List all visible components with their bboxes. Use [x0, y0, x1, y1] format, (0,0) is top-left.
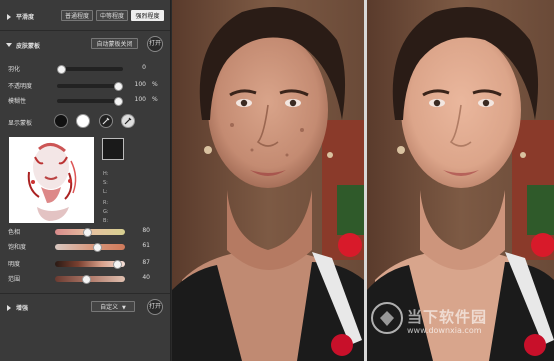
slider-unit: % — [152, 96, 158, 103]
control-panel: 平滑度 普通程度 中等程度 强烈程度 皮肤蒙板 自动蒙板关闭 打开 羽化 0 不透明… — [0, 0, 171, 361]
medium-level-button[interactable]: 中等程度 — [96, 10, 128, 21]
color-slider-value: 80 — [142, 227, 150, 234]
slider-handle[interactable] — [57, 64, 66, 74]
collapse-arrow-icon[interactable] — [6, 43, 12, 47]
show-mask-label: 显示蒙板 — [8, 120, 33, 127]
color-info-label: H: — [103, 171, 109, 177]
watermark-url: www.downxia.com — [407, 326, 482, 335]
slider-label: 不透明度 — [8, 83, 33, 90]
color-slider-value: 87 — [142, 259, 150, 266]
smooth-section-title: 平滑度 — [16, 14, 35, 21]
preset-select[interactable]: 自定义 ▼ — [91, 301, 135, 312]
color-slider-label: 明度 — [8, 261, 21, 268]
slider-label: 模糊性 — [8, 98, 27, 105]
expand-arrow-icon[interactable] — [7, 14, 11, 20]
color-slider-value: 61 — [142, 242, 150, 249]
eyedropper-plus-icon[interactable] — [121, 114, 135, 128]
after-photo: 当下软件园 www.downxia.com — [367, 0, 554, 361]
expand-arrow-icon[interactable] — [7, 305, 11, 311]
color-slider-label: 饱和度 — [8, 244, 27, 251]
color-slider-label: 范围 — [8, 276, 21, 283]
before-photo — [172, 0, 364, 361]
slider-track[interactable] — [57, 67, 123, 71]
slider-handle[interactable] — [114, 81, 123, 91]
divider — [0, 30, 170, 31]
slider-unit: % — [152, 81, 158, 88]
slider-label: 羽化 — [8, 66, 21, 73]
color-info-label: B: — [103, 218, 109, 224]
mask-preview-thumbnail — [9, 137, 94, 223]
color-swatch[interactable] — [102, 138, 124, 160]
color-info-label: G: — [103, 209, 109, 215]
open-mask-button[interactable]: 打开 — [147, 36, 163, 52]
color-slider-handle[interactable] — [112, 259, 122, 269]
auto-mask-toggle-button[interactable]: 自动蒙板关闭 — [91, 38, 138, 49]
enhance-section-title: 增强 — [16, 305, 29, 312]
open-enhance-button[interactable]: 打开 — [147, 299, 163, 315]
color-slider-handle[interactable] — [83, 227, 93, 237]
watermark-caption: 当下软件园 — [407, 308, 488, 326]
strong-level-button[interactable]: 强烈程度 — [131, 10, 164, 21]
eyedropper-icon[interactable] — [99, 114, 113, 128]
slider-handle[interactable] — [114, 96, 123, 106]
color-slider-handle[interactable] — [81, 274, 91, 284]
preset-select-value: 自定义 — [100, 304, 119, 311]
skin-mask-section-title: 皮肤蒙板 — [16, 43, 41, 50]
skin-mask-section-header[interactable]: 皮肤蒙板 — [0, 37, 170, 53]
normal-level-button[interactable]: 普通程度 — [61, 10, 93, 21]
slider-value: 100 — [134, 96, 146, 103]
color-slider-value: 40 — [142, 274, 150, 281]
white-mask-swatch[interactable] — [76, 114, 90, 128]
color-slider-label: 色相 — [8, 229, 21, 236]
divider — [0, 293, 170, 294]
enhance-section-header[interactable]: 增强 — [0, 300, 170, 316]
color-slider-handle[interactable] — [93, 242, 103, 252]
color-info-label: R: — [103, 200, 109, 206]
slider-value: 100 — [134, 81, 146, 88]
black-mask-swatch[interactable] — [54, 114, 68, 128]
color-slider-track[interactable] — [55, 244, 125, 250]
chevron-down-icon: ▼ — [122, 305, 126, 311]
color-info-label: L: — [103, 189, 108, 195]
color-info-label: S: — [103, 180, 108, 186]
slider-value: 0 — [142, 64, 146, 71]
